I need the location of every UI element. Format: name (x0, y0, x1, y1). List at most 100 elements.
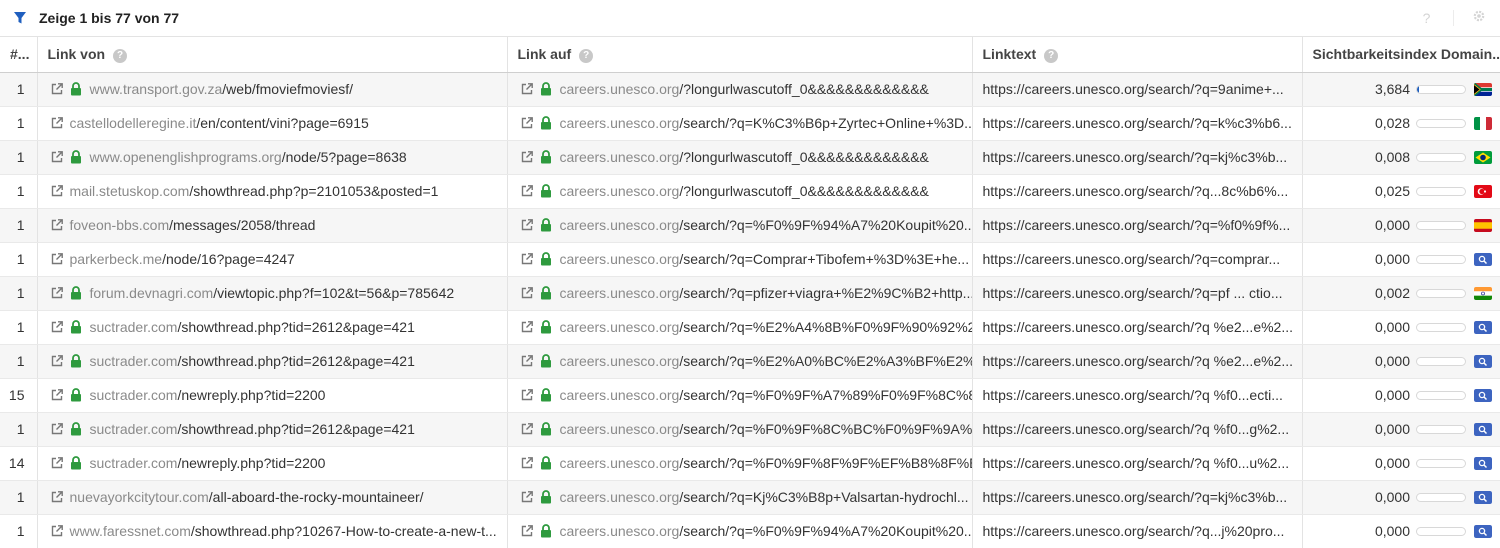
link-from-path[interactable]: /newreply.php?tid=2200 (177, 455, 325, 471)
link-from-domain[interactable]: forum.devnagri.com (90, 285, 214, 301)
external-link-icon[interactable] (50, 524, 64, 538)
link-from-url[interactable]: forum.devnagri.com/viewtopic.php?f=102&t… (90, 285, 455, 301)
link-from-url[interactable]: mail.stetuskop.com/showthread.php?p=2101… (70, 183, 439, 199)
help-icon[interactable]: ? (1044, 48, 1059, 63)
link-to-domain[interactable]: careers.unesco.org (560, 251, 680, 267)
column-header-visibility-index[interactable]: Sichtbarkeitsindex Domain... (1302, 37, 1500, 73)
filter-icon[interactable] (13, 11, 27, 25)
link-to-path[interactable]: /search/?q=pfizer+viagra+%E2%9C%B2+http.… (679, 285, 971, 301)
link-to-path[interactable]: /search/?q=%F0%9F%94%A7%20Koupit%20... (679, 523, 971, 539)
link-to-url[interactable]: careers.unesco.org/search/?q=%F0%9F%94%A… (560, 217, 972, 233)
link-from-url[interactable]: suctrader.com/newreply.php?tid=2200 (90, 455, 326, 471)
link-from-url[interactable]: foveon-bbs.com/messages/2058/thread (70, 217, 316, 233)
link-to-path[interactable]: /search/?q=Comprar+Tibofem+%3D%3E+he... (679, 251, 969, 267)
link-from-path[interactable]: /newreply.php?tid=2200 (177, 387, 325, 403)
external-link-icon[interactable] (520, 354, 534, 368)
link-from-url[interactable]: suctrader.com/showthread.php?tid=2612&pa… (90, 319, 415, 335)
link-from-domain[interactable]: nuevayorkcitytour.com (70, 489, 209, 505)
link-from-url[interactable]: castellodelleregine.it/en/content/vini?p… (70, 115, 369, 131)
link-to-url[interactable]: careers.unesco.org/search/?q=%F0%9F%94%A… (560, 523, 972, 539)
link-to-domain[interactable]: careers.unesco.org (560, 387, 680, 403)
external-link-icon[interactable] (520, 456, 534, 470)
link-to-url[interactable]: careers.unesco.org/?longurlwascutoff_0&&… (560, 149, 929, 165)
link-to-url[interactable]: careers.unesco.org/search/?q=%F0%9F%A7%8… (560, 387, 972, 403)
external-link-icon[interactable] (50, 252, 64, 266)
link-from-domain[interactable]: www.transport.gov.za (90, 81, 223, 97)
link-to-domain[interactable]: careers.unesco.org (560, 421, 680, 437)
gear-icon[interactable] (1470, 9, 1488, 26)
link-to-path[interactable]: /search/?q=%E2%A0%BC%E2%A3%BF%E2%... (679, 353, 971, 369)
link-to-path[interactable]: /search/?q=%F0%9F%A7%89%F0%9F%8C%8... (679, 387, 971, 403)
link-to-path[interactable]: /?longurlwascutoff_0&&&&&&&&&&&&& (679, 81, 929, 97)
link-from-url[interactable]: parkerbeck.me/node/16?page=4247 (70, 251, 295, 267)
external-link-icon[interactable] (520, 252, 534, 266)
column-header-link-from[interactable]: Link von? (37, 37, 508, 73)
external-link-icon[interactable] (50, 422, 64, 436)
external-link-icon[interactable] (520, 286, 534, 300)
link-to-domain[interactable]: careers.unesco.org (560, 523, 680, 539)
link-to-domain[interactable]: careers.unesco.org (560, 285, 680, 301)
link-from-path[interactable]: /viewtopic.php?f=102&t=56&p=785642 (213, 285, 454, 301)
link-to-url[interactable]: careers.unesco.org/search/?q=%E2%A0%BC%E… (560, 353, 972, 369)
link-from-domain[interactable]: suctrader.com (90, 421, 178, 437)
link-from-path[interactable]: /showthread.php?tid=2612&page=421 (177, 319, 414, 335)
link-to-domain[interactable]: careers.unesco.org (560, 149, 680, 165)
link-from-domain[interactable]: foveon-bbs.com (70, 217, 170, 233)
external-link-icon[interactable] (50, 184, 64, 198)
link-to-path[interactable]: /search/?q=%F0%9F%8F%9F%EF%B8%8F%E... (679, 455, 971, 471)
external-link-icon[interactable] (520, 82, 534, 96)
external-link-icon[interactable] (520, 116, 534, 130)
link-from-path[interactable]: /node/16?page=4247 (162, 251, 295, 267)
external-link-icon[interactable] (50, 490, 64, 504)
link-to-path[interactable]: /search/?q=%F0%9F%8C%BC%F0%9F%9A%... (679, 421, 971, 437)
help-icon[interactable]: ? (113, 48, 128, 63)
external-link-icon[interactable] (50, 218, 64, 232)
external-link-icon[interactable] (50, 354, 64, 368)
link-from-domain[interactable]: suctrader.com (90, 455, 178, 471)
link-to-path[interactable]: /?longurlwascutoff_0&&&&&&&&&&&&& (679, 149, 929, 165)
help-icon[interactable]: ? (579, 48, 594, 63)
link-from-url[interactable]: www.transport.gov.za/web/fmoviefmoviesf/ (90, 81, 354, 97)
link-from-path[interactable]: /all-aboard-the-rocky-mountaineer/ (209, 489, 424, 505)
link-to-path[interactable]: /search/?q=%F0%9F%94%A7%20Koupit%20... (679, 217, 971, 233)
external-link-icon[interactable] (520, 524, 534, 538)
link-from-url[interactable]: suctrader.com/showthread.php?tid=2612&pa… (90, 353, 415, 369)
external-link-icon[interactable] (520, 150, 534, 164)
external-link-icon[interactable] (50, 116, 64, 130)
link-to-url[interactable]: careers.unesco.org/search/?q=%F0%9F%8C%B… (560, 421, 972, 437)
link-from-domain[interactable]: mail.stetuskop.com (70, 183, 190, 199)
external-link-icon[interactable] (50, 388, 64, 402)
link-to-path[interactable]: /search/?q=K%C3%B6p+Zyrtec+Online+%3D... (679, 115, 971, 131)
external-link-icon[interactable] (50, 286, 64, 300)
link-from-path[interactable]: /messages/2058/thread (169, 217, 315, 233)
external-link-icon[interactable] (520, 422, 534, 436)
link-from-url[interactable]: www.openenglishprograms.org/node/5?page=… (90, 149, 407, 165)
external-link-icon[interactable] (520, 184, 534, 198)
link-to-url[interactable]: careers.unesco.org/search/?q=pfizer+viag… (560, 285, 972, 301)
link-to-domain[interactable]: careers.unesco.org (560, 455, 680, 471)
link-to-domain[interactable]: careers.unesco.org (560, 353, 680, 369)
link-from-path[interactable]: /showthread.php?p=2101053&posted=1 (189, 183, 438, 199)
link-from-url[interactable]: suctrader.com/newreply.php?tid=2200 (90, 387, 326, 403)
link-to-url[interactable]: careers.unesco.org/?longurlwascutoff_0&&… (560, 81, 929, 97)
link-from-path[interactable]: /node/5?page=8638 (282, 149, 407, 165)
external-link-icon[interactable] (520, 490, 534, 504)
help-icon[interactable]: ? (1418, 9, 1454, 26)
link-to-path[interactable]: /search/?q=Kj%C3%B8p+Valsartan-hydrochl.… (679, 489, 968, 505)
link-to-domain[interactable]: careers.unesco.org (560, 81, 680, 97)
link-to-path[interactable]: /?longurlwascutoff_0&&&&&&&&&&&&& (679, 183, 929, 199)
column-header-link-to[interactable]: Link auf? (507, 37, 973, 73)
link-from-url[interactable]: nuevayorkcitytour.com/all-aboard-the-roc… (70, 489, 424, 505)
link-from-path[interactable]: /en/content/vini?page=6915 (196, 115, 368, 131)
link-from-domain[interactable]: castellodelleregine.it (70, 115, 197, 131)
column-header-linktext[interactable]: Linktext? (972, 37, 1303, 73)
column-header-count[interactable]: #... (0, 37, 38, 73)
link-to-url[interactable]: careers.unesco.org/search/?q=K%C3%B6p+Zy… (560, 115, 972, 131)
external-link-icon[interactable] (50, 150, 64, 164)
link-from-path[interactable]: /showthread.php?tid=2612&page=421 (177, 353, 414, 369)
external-link-icon[interactable] (520, 388, 534, 402)
link-from-domain[interactable]: suctrader.com (90, 387, 178, 403)
link-to-path[interactable]: /search/?q=%E2%A4%8B%F0%9F%90%92%2... (679, 319, 971, 335)
link-to-domain[interactable]: careers.unesco.org (560, 319, 680, 335)
link-to-url[interactable]: careers.unesco.org/search/?q=%E2%A4%8B%F… (560, 319, 972, 335)
